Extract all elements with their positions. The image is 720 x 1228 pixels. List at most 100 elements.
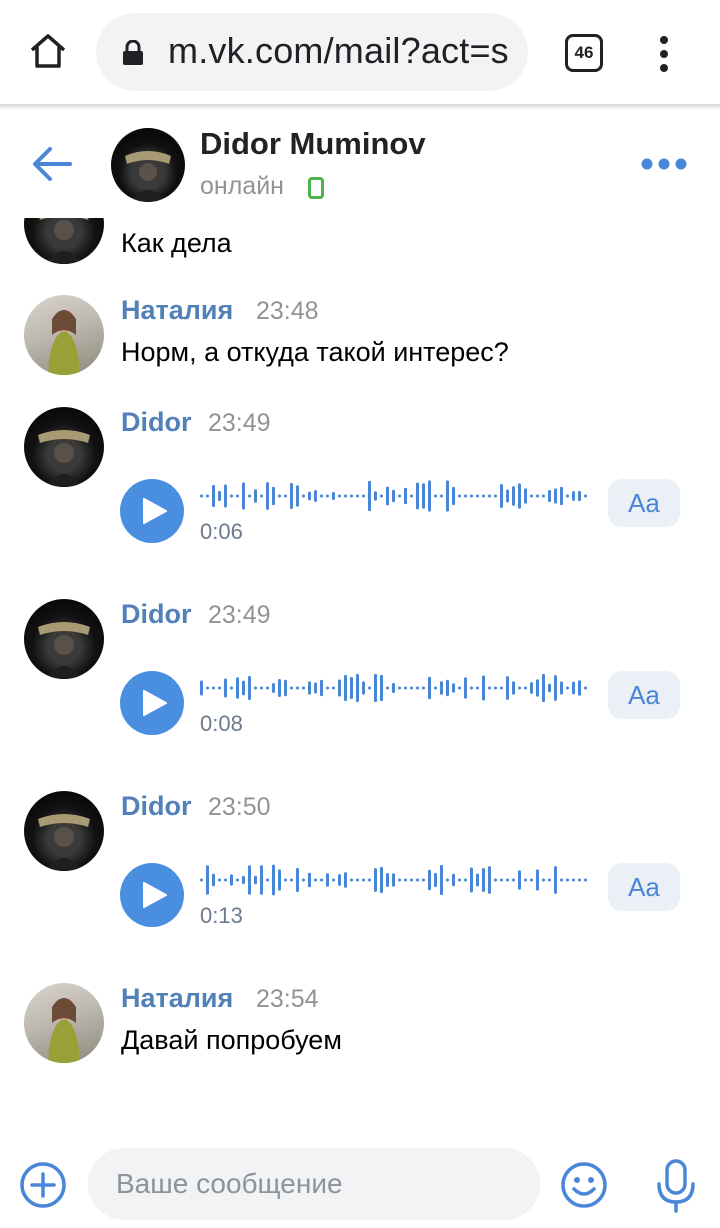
waveform-bar <box>488 866 491 894</box>
waveform-bar <box>368 480 371 512</box>
waveform-bar <box>428 480 431 512</box>
waveform-bar <box>344 674 347 702</box>
waveform-bar <box>212 873 215 887</box>
waveform-bar <box>272 682 275 694</box>
waveform-bar <box>404 686 407 690</box>
waveform-bar <box>578 878 581 882</box>
waveform-bar <box>332 878 335 882</box>
waveform-bar <box>554 866 557 894</box>
waveform-bar <box>296 867 299 893</box>
message-time: 23:50 <box>208 793 271 821</box>
waveform-bar <box>530 682 533 694</box>
waveform-bar <box>518 483 521 509</box>
waveform[interactable] <box>200 479 588 513</box>
transcribe-button[interactable]: Aa <box>608 863 680 911</box>
smile-icon[interactable] <box>559 1160 609 1210</box>
transcribe-button[interactable]: Aa <box>608 479 680 527</box>
more-vert-icon[interactable] <box>652 32 676 76</box>
waveform-bar <box>572 491 575 501</box>
waveform-bar <box>500 686 503 690</box>
play-button[interactable] <box>120 863 184 927</box>
waveform-bar <box>218 686 221 690</box>
waveform-bar <box>242 482 245 510</box>
plus-circle-icon[interactable] <box>18 1160 68 1210</box>
message-list[interactable]: Как дела Наталия 23:48 Норм, а откуда та… <box>0 218 720 1138</box>
waveform-bar <box>482 867 485 893</box>
waveform-bar <box>470 867 473 893</box>
waveform-bar <box>326 686 329 690</box>
avatar[interactable] <box>24 295 104 375</box>
address-bar[interactable]: m.vk.com/mail?act=s <box>96 13 528 91</box>
waveform-bar <box>482 494 485 498</box>
waveform-bar <box>488 494 491 498</box>
waveform-bar <box>446 679 449 697</box>
url-text: m.vk.com/mail?act=s <box>168 30 509 71</box>
waveform-bar <box>302 686 305 690</box>
waveform-bar <box>338 494 341 498</box>
waveform-bar <box>254 686 257 690</box>
waveform-bar <box>530 494 533 498</box>
waveform-bar <box>278 869 281 891</box>
tab-switcher-button[interactable]: 46 <box>565 34 603 72</box>
waveform[interactable] <box>200 863 588 897</box>
message-author[interactable]: Didor <box>121 791 192 822</box>
waveform-bar <box>356 878 359 882</box>
waveform[interactable] <box>200 671 588 705</box>
waveform-bar <box>542 878 545 882</box>
mobile-phone-icon <box>308 177 324 199</box>
message-author[interactable]: Didor <box>121 599 192 630</box>
message-time: 23:49 <box>208 409 271 437</box>
waveform-bar <box>566 686 569 690</box>
message-author[interactable]: Наталия <box>121 295 233 326</box>
waveform-bar <box>320 494 323 498</box>
waveform-bar <box>452 683 455 693</box>
arrow-left-icon[interactable] <box>28 142 76 186</box>
waveform-bar <box>248 675 251 701</box>
voice-player: 0:08 Aa <box>120 671 680 741</box>
waveform-bar <box>230 686 233 690</box>
waveform-bar <box>350 494 353 498</box>
waveform-bar <box>560 486 563 506</box>
more-horiz-icon[interactable] <box>640 154 688 174</box>
waveform-bar <box>296 485 299 507</box>
waveform-bar <box>320 679 323 697</box>
play-button[interactable] <box>120 671 184 735</box>
avatar[interactable] <box>24 218 104 264</box>
waveform-bar <box>284 679 287 697</box>
avatar[interactable] <box>111 128 185 202</box>
waveform-bar <box>284 878 287 882</box>
message-input[interactable] <box>88 1148 540 1220</box>
waveform-bar <box>236 494 239 498</box>
transcribe-button[interactable]: Aa <box>608 671 680 719</box>
waveform-bar <box>266 482 269 510</box>
message-text: Как дела <box>121 228 232 258</box>
waveform-bar <box>380 494 383 498</box>
waveform-bar <box>254 489 257 503</box>
avatar[interactable] <box>24 983 104 1063</box>
waveform-bar <box>416 878 419 882</box>
waveform-bar <box>338 679 341 697</box>
waveform-bar <box>266 686 269 690</box>
waveform-bar <box>362 878 365 882</box>
waveform-bar <box>350 677 353 699</box>
waveform-bar <box>386 873 389 887</box>
waveform-bar <box>212 484 215 508</box>
waveform-bar <box>536 494 539 498</box>
message-author[interactable]: Наталия <box>121 983 233 1014</box>
play-button[interactable] <box>120 479 184 543</box>
waveform-bar <box>500 484 503 508</box>
waveform-bar <box>392 873 395 887</box>
waveform-bar <box>398 878 401 882</box>
message-author[interactable]: Didor <box>121 407 192 438</box>
home-icon[interactable] <box>24 28 72 76</box>
avatar[interactable] <box>24 791 104 871</box>
waveform-bar <box>374 491 377 501</box>
waveform-bar <box>302 494 305 498</box>
waveform-bar <box>206 865 209 895</box>
waveform-bar <box>368 878 371 882</box>
avatar[interactable] <box>24 407 104 487</box>
contact-name: Didor Muminov <box>200 126 426 161</box>
avatar[interactable] <box>24 599 104 679</box>
microphone-icon[interactable] <box>654 1158 698 1214</box>
waveform-bar <box>410 686 413 690</box>
